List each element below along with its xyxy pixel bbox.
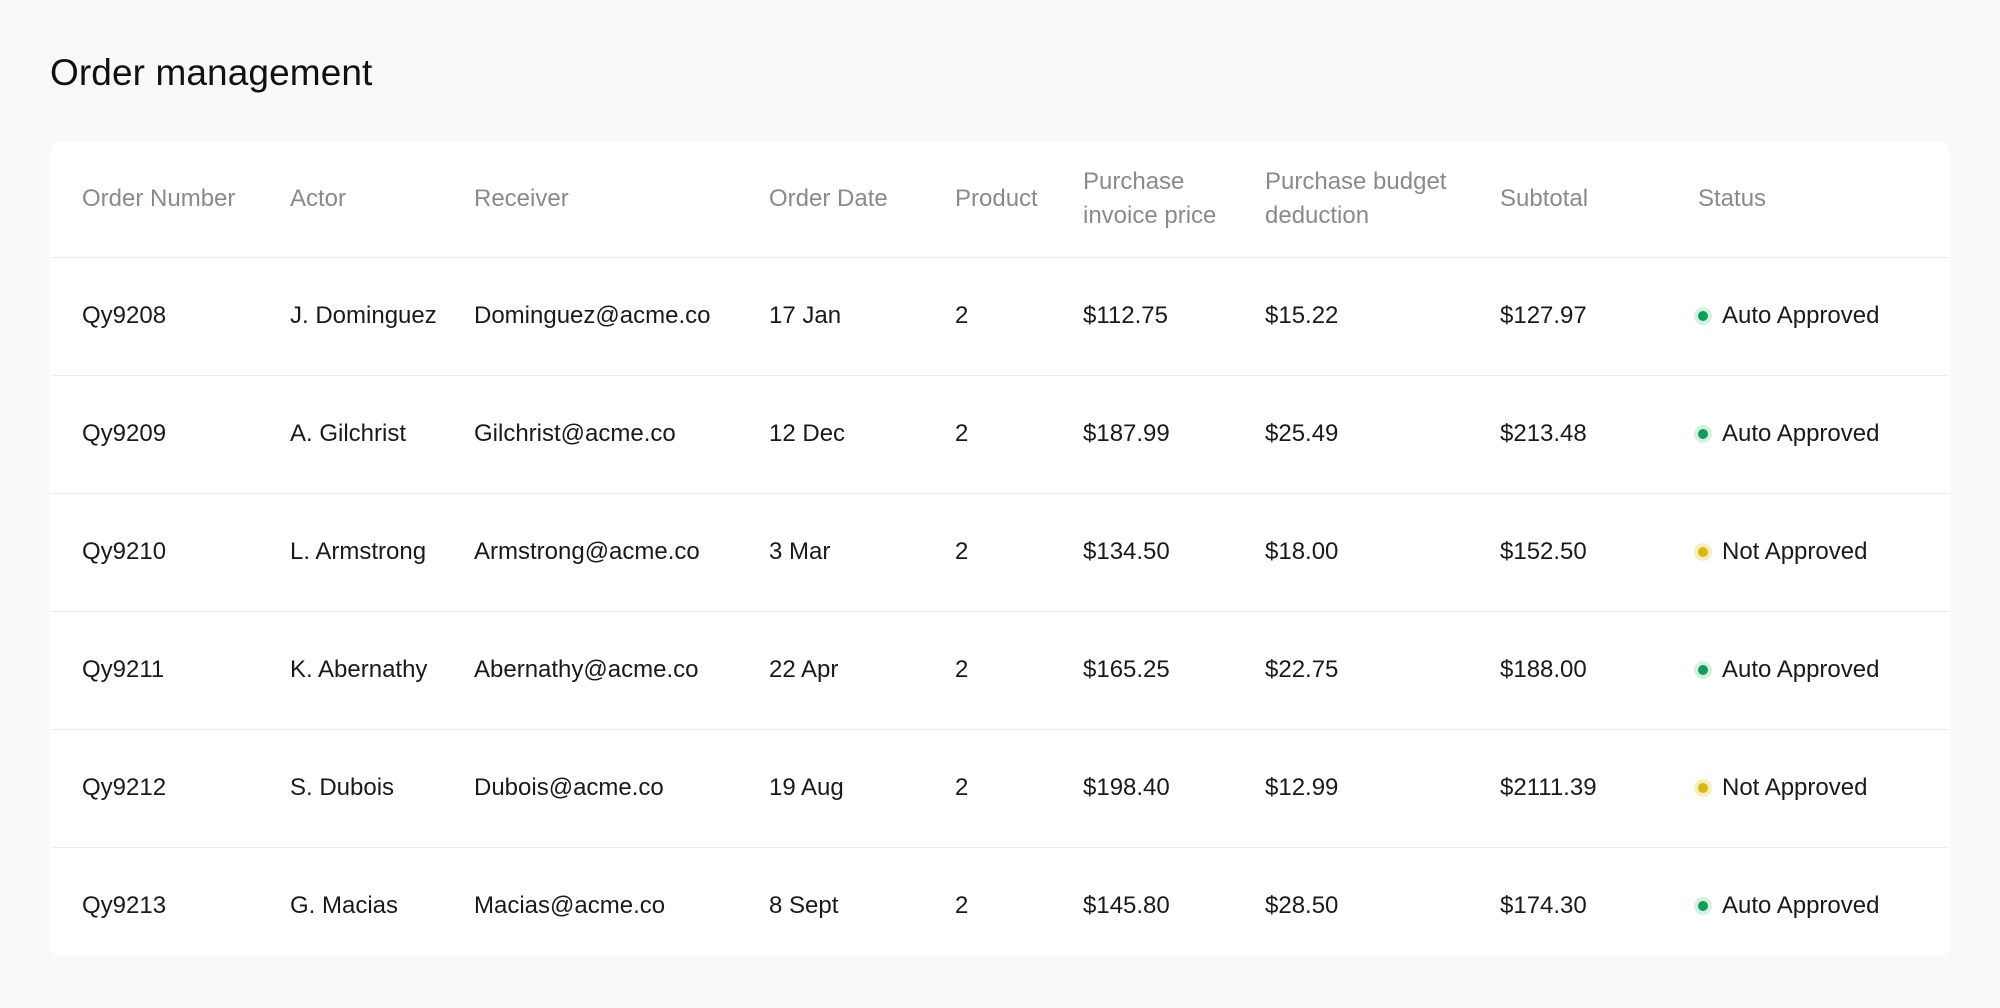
order-number-cell: Qy9208 — [50, 257, 258, 376]
product-cell: 2 — [923, 375, 1051, 494]
column-header-order-number: Order Number — [50, 142, 258, 258]
order-date-cell: 22 Apr — [737, 611, 923, 730]
order-date-cell: 12 Dec — [737, 375, 923, 494]
budget-deduction-cell: $15.22 — [1233, 257, 1468, 376]
status-dot-icon — [1698, 783, 1708, 793]
invoice-price-cell: $198.40 — [1051, 729, 1233, 848]
status-dot-icon — [1698, 547, 1708, 557]
status-cell: Auto Approved — [1666, 611, 1950, 730]
status-dot-icon — [1698, 311, 1708, 321]
receiver-cell: Gilchrist@acme.co — [442, 375, 737, 494]
order-number-cell: Qy9211 — [50, 611, 258, 730]
order-date-cell: 3 Mar — [737, 493, 923, 612]
budget-deduction-cell: $22.75 — [1233, 611, 1468, 730]
order-number-cell: Qy9209 — [50, 375, 258, 494]
status-label: Auto Approved — [1722, 302, 1880, 329]
product-cell: 2 — [923, 493, 1051, 612]
column-header-purchase-budget-deduction: Purchase budget deduction — [1233, 142, 1468, 258]
column-header-receiver: Receiver — [442, 142, 737, 258]
receiver-cell: Dubois@acme.co — [442, 729, 737, 848]
table-header-row: Order Number Actor Receiver Order Date P… — [50, 142, 1950, 258]
order-number-cell: Qy9212 — [50, 729, 258, 848]
invoice-price-cell: $187.99 — [1051, 375, 1233, 494]
orders-table-card: Order Number Actor Receiver Order Date P… — [50, 142, 1950, 956]
order-number-cell: Qy9213 — [82, 892, 167, 920]
receiver-cell: Macias@acme.co — [474, 892, 666, 920]
receiver-cell: Abernathy@acme.co — [442, 611, 737, 730]
budget-deduction-cell: $25.49 — [1233, 375, 1468, 494]
budget-deduction-cell: $12.99 — [1233, 729, 1468, 848]
table-row[interactable]: Qy9211 K. Abernathy Abernathy@acme.co 22… — [50, 611, 1950, 730]
actor-cell: K. Abernathy — [258, 611, 442, 730]
order-number-cell: Qy9210 — [50, 493, 258, 612]
column-header-order-date: Order Date — [737, 142, 923, 258]
invoice-price-cell: $134.50 — [1051, 493, 1233, 612]
table-row[interactable]: Qy9212 S. Dubois Dubois@acme.co 19 Aug 2… — [50, 729, 1950, 848]
actor-cell: J. Dominguez — [258, 257, 442, 376]
orders-table: Order Number Actor Receiver Order Date P… — [50, 142, 1950, 956]
subtotal-cell: $152.50 — [1468, 493, 1666, 612]
table-row[interactable]: Qy9208 J. Dominguez Dominguez@acme.co 17… — [50, 257, 1950, 376]
status-label: Not Approved — [1722, 538, 1868, 565]
status-label: Not Approved — [1722, 774, 1868, 801]
status-cell: Auto Approved — [1666, 257, 1950, 376]
column-header-actor: Actor — [258, 142, 442, 258]
page-title: Order management — [50, 52, 373, 93]
invoice-price-cell: $145.80 — [1083, 892, 1170, 920]
status-cell: Not Approved — [1666, 493, 1950, 612]
product-cell: 2 — [923, 257, 1051, 376]
invoice-price-cell: $112.75 — [1051, 257, 1233, 376]
receiver-cell: Dominguez@acme.co — [442, 257, 737, 376]
actor-cell: S. Dubois — [258, 729, 442, 848]
order-date-cell: 17 Jan — [737, 257, 923, 376]
receiver-cell: Armstrong@acme.co — [442, 493, 737, 612]
invoice-price-cell: $165.25 — [1051, 611, 1233, 730]
status-cell: Auto Approved — [1666, 847, 1950, 956]
actor-cell: G. Macias — [290, 892, 399, 920]
subtotal-cell: $213.48 — [1468, 375, 1666, 494]
status-cell: Not Approved — [1666, 729, 1950, 848]
order-date-cell: 19 Aug — [737, 729, 923, 848]
subtotal-cell: $188.00 — [1468, 611, 1666, 730]
actor-cell: A. Gilchrist — [258, 375, 442, 494]
status-cell: Auto Approved — [1666, 375, 1950, 494]
status-label: Auto Approved — [1722, 420, 1880, 447]
product-cell: 2 — [955, 892, 969, 920]
actor-cell: L. Armstrong — [258, 493, 442, 612]
budget-deduction-cell: $28.50 — [1265, 892, 1339, 920]
column-header-purchase-invoice-price: Purchase invoice price — [1051, 142, 1233, 258]
status-dot-icon — [1698, 429, 1708, 439]
status-dot-icon — [1698, 901, 1708, 912]
column-header-status: Status — [1666, 142, 1950, 258]
budget-deduction-cell: $18.00 — [1233, 493, 1468, 612]
product-cell: 2 — [923, 611, 1051, 730]
order-date-cell: 8 Sept — [769, 892, 839, 920]
subtotal-cell: $2111.39 — [1468, 729, 1666, 848]
table-row[interactable]: Qy9209 A. Gilchrist Gilchrist@acme.co 12… — [50, 375, 1950, 494]
table-row[interactable]: Qy9210 L. Armstrong Armstrong@acme.co 3 … — [50, 493, 1950, 612]
product-cell: 2 — [923, 729, 1051, 848]
table-row[interactable]: Qy9213 G. Macias Macias@acme.co 8 Sept 2… — [50, 847, 1950, 956]
column-header-product: Product — [923, 142, 1051, 258]
subtotal-cell: $127.97 — [1468, 257, 1666, 376]
status-dot-icon — [1698, 665, 1708, 675]
subtotal-cell: $174.30 — [1500, 892, 1587, 920]
column-header-subtotal: Subtotal — [1468, 142, 1666, 258]
status-label: Auto Approved — [1722, 656, 1880, 683]
status-label: Auto Approved — [1722, 892, 1880, 920]
